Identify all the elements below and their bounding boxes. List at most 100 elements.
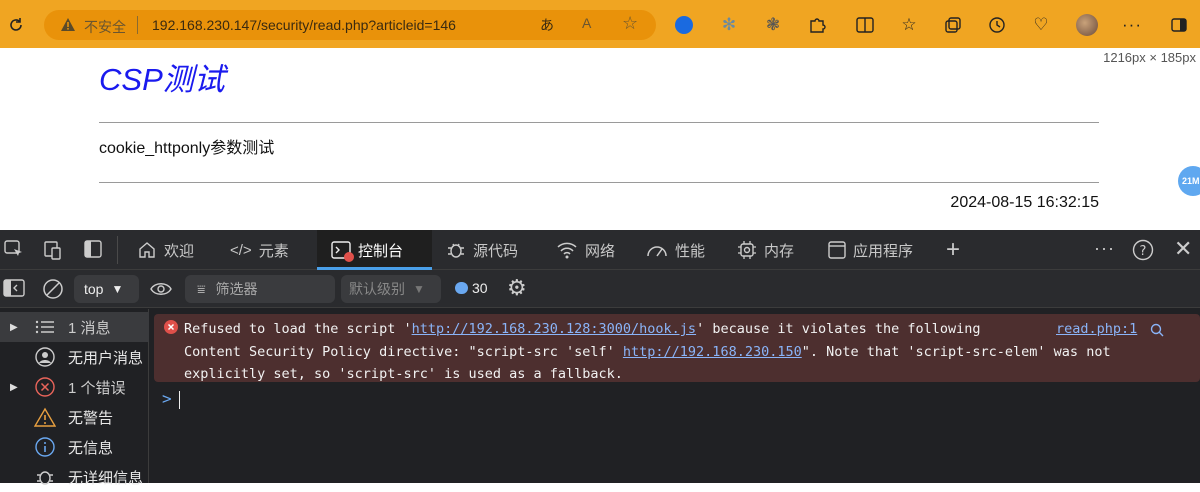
performance-heart-icon[interactable]: ♡ xyxy=(1028,12,1054,38)
error-circle-icon xyxy=(164,320,178,339)
user-icon xyxy=(34,346,56,368)
filter-icon: ⩸ xyxy=(197,280,206,297)
close-icon[interactable]: ✕ xyxy=(1174,236,1192,262)
extensions-puzzle-icon[interactable] xyxy=(804,12,830,38)
tab-memory[interactable]: 内存 xyxy=(737,230,817,270)
info-circle-icon xyxy=(34,436,56,458)
log-level-dropdown[interactable]: 默认级别 ▼ xyxy=(341,275,441,303)
tab-welcome[interactable]: 欢迎 xyxy=(137,230,217,270)
chevron-down-icon: ▼ xyxy=(413,282,425,296)
show-sidebar-icon[interactable] xyxy=(3,279,25,297)
console-error-message[interactable]: Refused to load the script 'http://192.1… xyxy=(154,314,1200,382)
warning-triangle-icon xyxy=(34,406,56,428)
error-line-2: Content Security Policy directive: "scri… xyxy=(184,344,1111,360)
error-circle-icon xyxy=(34,376,56,398)
history-icon[interactable] xyxy=(984,12,1010,38)
tab-elements-label: 元素 xyxy=(258,242,289,260)
favorites-icon[interactable]: ☆ xyxy=(896,12,922,38)
page-viewport: CSP测试 cookie_httponly参数测试 2024-08-15 16:… xyxy=(0,48,1200,230)
tab-sources[interactable]: 源代码 xyxy=(446,230,536,270)
divider xyxy=(99,122,1099,123)
tab-network[interactable]: 网络 xyxy=(556,230,636,270)
console-prompt-icon: > xyxy=(162,389,172,408)
collections-icon[interactable] xyxy=(940,12,966,38)
csp-source-link[interactable]: http://192.168.230.150 xyxy=(623,344,802,360)
tab-performance[interactable]: 性能 xyxy=(646,230,726,270)
search-icon[interactable] xyxy=(1150,323,1164,342)
translate-icon[interactable]: あ xyxy=(540,15,554,35)
read-aloud-icon[interactable]: A xyxy=(582,15,591,31)
settings-gear-icon[interactable]: ⚙ xyxy=(507,275,527,301)
extension-shield-icon[interactable] xyxy=(671,12,697,38)
sidebar-item-info[interactable]: 无信息 xyxy=(0,432,149,462)
dock-panel-icon[interactable] xyxy=(84,240,102,258)
sidebar-item-label: 无信息 xyxy=(68,439,114,457)
message-bubble-icon xyxy=(455,282,468,294)
dimension-badge: 1216px × 185px xyxy=(1099,50,1200,65)
clear-console-icon[interactable] xyxy=(42,278,64,300)
live-expression-eye-icon[interactable] xyxy=(150,280,172,298)
refresh-icon[interactable] xyxy=(3,12,29,38)
bug-icon xyxy=(34,466,56,488)
tab-network-label: 网络 xyxy=(585,242,616,260)
address-bar[interactable]: 不安全 192.168.230.147/security/read.php?ar… xyxy=(44,10,656,40)
divider xyxy=(117,236,118,264)
sidebar-item-verbose[interactable]: 无详细信息 xyxy=(0,462,149,492)
error-text: ' because it violates the following xyxy=(696,321,981,337)
profile-avatar[interactable] xyxy=(1074,12,1100,38)
tab-application[interactable]: 应用程序 xyxy=(828,230,928,270)
sidebar-item-user-messages[interactable]: 无用户消息 xyxy=(0,342,149,372)
more-options-icon[interactable]: ··· xyxy=(1094,238,1115,259)
console-output: Refused to load the script 'http://192.1… xyxy=(150,309,1200,483)
more-menu-icon[interactable]: ··· xyxy=(1119,12,1145,38)
error-dot-icon xyxy=(344,252,354,262)
error-text: Content Security Policy directive: "scri… xyxy=(184,344,623,360)
split-screen-icon[interactable] xyxy=(852,12,878,38)
tab-elements[interactable]: </> 元素 xyxy=(230,230,310,270)
svg-text:?: ? xyxy=(1140,244,1147,259)
tab-performance-label: 性能 xyxy=(675,242,706,260)
sidebar-item-label: 1 个错误 xyxy=(68,379,126,397)
sidebar-item-label: 无警告 xyxy=(68,409,114,427)
console-filter-bar: top ▼ ⩸ 筛选器 默认级别 ▼ 30 ⚙ xyxy=(0,270,1200,308)
divider xyxy=(137,16,138,34)
extension-gear-icon[interactable]: ❃ xyxy=(760,12,786,38)
filter-placeholder: 筛选器 xyxy=(215,281,258,297)
url-text[interactable]: 192.168.230.147/security/read.php?articl… xyxy=(152,17,456,33)
tab-sources-label: 源代码 xyxy=(473,242,519,260)
browser-toolbar: 不安全 192.168.230.147/security/read.php?ar… xyxy=(0,0,1200,48)
favorite-star-icon[interactable]: ☆ xyxy=(622,13,638,34)
chip-icon xyxy=(737,240,757,260)
sidebar-item-errors[interactable]: ▶ 1 个错误 xyxy=(0,372,149,402)
tab-console[interactable]: 控制台 xyxy=(317,230,432,270)
tab-welcome-label: 欢迎 xyxy=(164,242,195,260)
security-label[interactable]: 不安全 xyxy=(84,17,126,37)
console-sidebar: ▶ 1 消息 无用户消息 ▶ 1 个错误 无警告 无信息 无详细信息 xyxy=(0,309,149,487)
sidebar-item-warnings[interactable]: 无警告 xyxy=(0,402,149,432)
warning-triangle-icon[interactable] xyxy=(60,17,76,37)
inspect-cursor-icon[interactable] xyxy=(4,240,24,260)
filter-input[interactable]: ⩸ 筛选器 xyxy=(185,275,335,303)
context-value: top xyxy=(84,281,104,297)
context-selector[interactable]: top ▼ xyxy=(74,275,139,303)
expand-arrow-icon[interactable]: ▶ xyxy=(10,322,18,333)
sidebar-item-messages[interactable]: ▶ 1 消息 xyxy=(0,312,149,342)
console-input[interactable] xyxy=(179,391,180,409)
gauge-icon xyxy=(646,241,668,259)
add-tab-icon[interactable]: + xyxy=(946,236,960,264)
floating-badge[interactable]: 21M xyxy=(1178,166,1200,196)
devtools-tab-bar: 欢迎 </> 元素 控制台 源代码 网络 性能 内存 应用程序 + ··· ? … xyxy=(0,230,1200,270)
sidebar-item-label: 无用户消息 xyxy=(68,349,144,367)
list-icon xyxy=(34,316,56,338)
message-count[interactable]: 30 xyxy=(472,280,488,296)
expand-arrow-icon[interactable]: ▶ xyxy=(10,382,18,393)
home-icon xyxy=(137,240,157,260)
device-emulation-icon[interactable] xyxy=(42,240,62,260)
help-icon[interactable]: ? xyxy=(1132,239,1154,261)
source-location-link[interactable]: read.php:1 xyxy=(1056,321,1137,337)
error-line-3: explicitly set, so 'script-src' is used … xyxy=(184,366,623,382)
error-line-1: Refused to load the script 'http://192.1… xyxy=(184,321,981,337)
extension-snowflake-icon[interactable]: ✻ xyxy=(716,12,742,38)
sidebar-toggle-icon[interactable] xyxy=(1166,12,1192,38)
script-url-link[interactable]: http://192.168.230.128:3000/hook.js xyxy=(412,321,696,337)
